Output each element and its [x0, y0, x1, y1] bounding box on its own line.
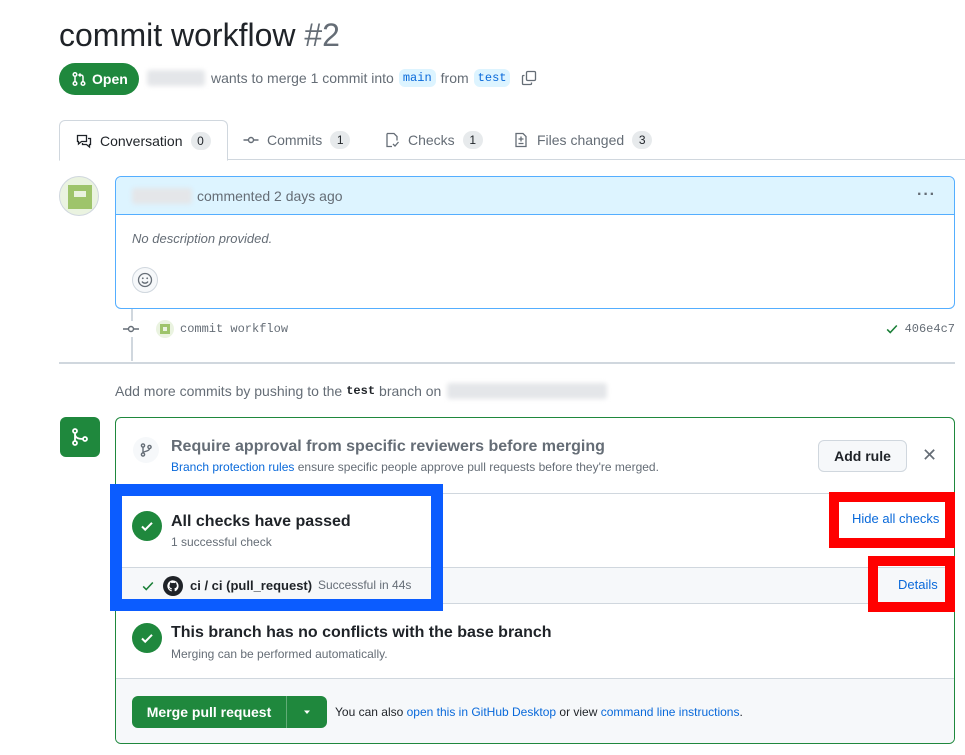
open-in-desktop-link[interactable]: open this in GitHub Desktop: [407, 705, 556, 719]
merge-note-mid: or view: [559, 705, 598, 719]
push-note-prefix: Add more commits by pushing to the: [115, 383, 343, 399]
pr-number: #2: [304, 17, 340, 53]
conflicts-title: This branch has no conflicts with the ba…: [171, 624, 552, 641]
base-branch-label[interactable]: main: [398, 69, 436, 87]
protection-subtitle: Branch protection rules ensure specific …: [171, 460, 659, 474]
tab-commits[interactable]: Commits 1: [227, 120, 366, 160]
push-note-branch: test: [346, 384, 376, 398]
avatar[interactable]: [59, 176, 99, 216]
protection-title: Require approval from specific reviewers…: [171, 438, 605, 455]
from-text: from: [440, 70, 469, 86]
check-circle-icon: [132, 623, 162, 653]
tab-label: Files changed: [537, 132, 625, 148]
merge-button-group: Merge pull request: [132, 696, 327, 728]
git-commit-icon: [122, 321, 140, 337]
conflicts-subtitle: Merging can be performed automatically.: [171, 647, 388, 661]
comment-box: commented 2 days ago ··· No description …: [115, 176, 955, 309]
kebab-horizontal-icon[interactable]: ···: [917, 186, 936, 204]
pr-state-label: Open: [92, 71, 128, 87]
repo-link-redacted[interactable]: [447, 383, 608, 399]
annotation-box-details: [868, 556, 955, 612]
merge-note-end: .: [739, 705, 743, 719]
comment-header: commented 2 days ago ···: [116, 177, 954, 215]
tab-counter: 3: [632, 131, 653, 149]
comment-body: No description provided.: [132, 231, 273, 246]
branch-protection-section: Require approval from specific reviewers…: [116, 418, 954, 494]
triangle-down-icon[interactable]: [287, 696, 327, 728]
merge-text: wants to merge 1 commit into: [211, 70, 394, 86]
smiley-icon[interactable]: [132, 267, 158, 293]
push-note: Add more commits by pushing to the test …: [115, 383, 608, 399]
pr-state-badge: Open: [59, 63, 139, 95]
conflicts-section: This branch has no conflicts with the ba…: [116, 604, 954, 679]
commenter-name-redacted[interactable]: [132, 187, 192, 204]
commit-sha-container: 406e4c7: [885, 322, 955, 336]
merge-note-prefix: You can also: [335, 705, 404, 719]
timeline-divider: [59, 362, 955, 364]
head-branch-label[interactable]: test: [473, 69, 511, 87]
copy-icon[interactable]: [521, 70, 537, 86]
tab-label: Commits: [267, 132, 323, 148]
pr-title-heading: commit workflow #2: [59, 17, 340, 54]
command-line-instructions-link[interactable]: command line instructions: [601, 705, 740, 719]
add-rule-button[interactable]: Add rule: [818, 440, 907, 472]
tab-checks[interactable]: Checks 1: [368, 120, 499, 160]
pr-meta: wants to merge 1 commit into main from t…: [147, 69, 537, 87]
commit-sha-link[interactable]: 406e4c7: [905, 322, 955, 336]
comment-discussion-icon: [76, 134, 92, 148]
close-icon[interactable]: ✕: [922, 445, 937, 466]
tab-label: Checks: [408, 132, 455, 148]
tab-conversation[interactable]: Conversation 0: [59, 120, 228, 161]
git-merge-icon: [60, 417, 100, 457]
timeline-commit: commit workflow 406e4c7: [122, 318, 955, 340]
git-commit-icon: [243, 136, 259, 144]
tab-counter: 1: [462, 131, 483, 149]
checklist-icon: [386, 132, 399, 148]
branch-protection-rules-link[interactable]: Branch protection rules: [171, 460, 294, 474]
merge-action-row: Merge pull request You can also open thi…: [116, 679, 954, 743]
pr-tabs: Conversation 0 Commits 1 Checks 1 Files …: [59, 120, 965, 161]
comment-action: commented 2 days ago: [197, 187, 343, 204]
push-note-suffix: branch on: [379, 383, 442, 399]
identicon-icon: [68, 185, 92, 209]
check-icon[interactable]: [885, 322, 899, 336]
author-avatar-icon[interactable]: [156, 320, 174, 338]
git-branch-icon: [133, 437, 159, 463]
annotation-box-hide-checks: [829, 492, 955, 548]
file-diff-icon: [515, 132, 527, 148]
pr-title: commit workflow: [59, 17, 296, 53]
merge-pull-request-button[interactable]: Merge pull request: [132, 696, 287, 728]
tab-files-changed[interactable]: Files changed 3: [497, 120, 668, 160]
tab-label: Conversation: [100, 132, 183, 149]
tab-counter: 0: [190, 131, 211, 150]
annotation-box-checks: [110, 484, 443, 611]
git-pull-request-icon: [72, 71, 86, 87]
author-name-redacted[interactable]: [147, 70, 205, 86]
protection-sub-text: ensure specific people approve pull requ…: [297, 460, 659, 474]
tab-counter: 1: [330, 131, 351, 149]
merge-note: You can also open this in GitHub Desktop…: [335, 705, 743, 719]
commit-message-link[interactable]: commit workflow: [180, 322, 288, 336]
